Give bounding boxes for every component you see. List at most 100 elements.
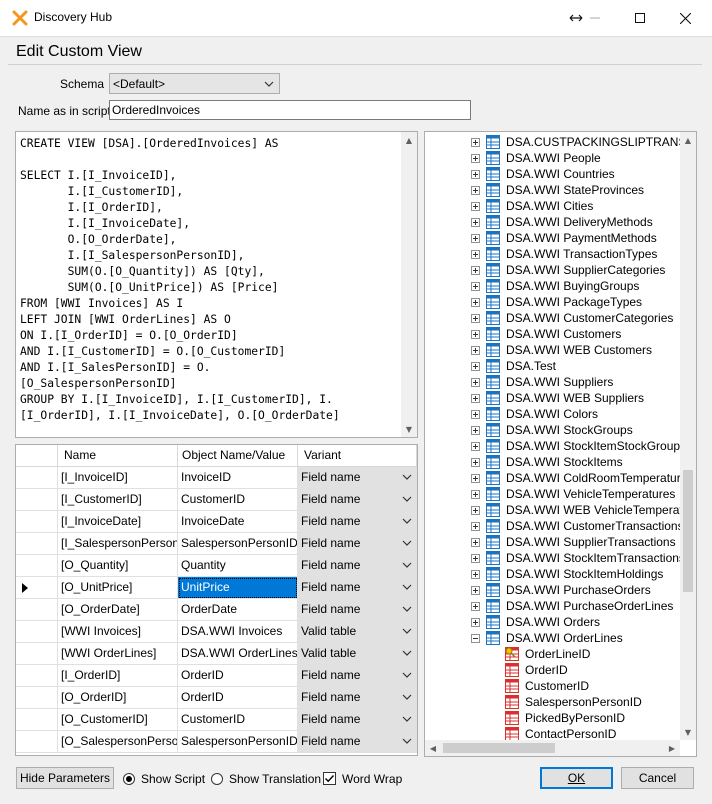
expand-icon[interactable] [471, 554, 480, 563]
name-input[interactable] [110, 101, 474, 119]
expand-icon[interactable] [471, 202, 480, 211]
expand-icon[interactable] [471, 266, 480, 275]
row-header[interactable] [16, 467, 58, 489]
schema-select[interactable]: <Default> [109, 73, 280, 94]
expand-icon[interactable] [471, 186, 480, 195]
scroll-down-icon[interactable]: ▼ [680, 724, 696, 740]
expand-icon[interactable] [471, 170, 480, 179]
collapse-icon[interactable] [471, 634, 480, 643]
parameter-name-cell[interactable]: [I_InvoiceDate] [58, 511, 178, 533]
row-header[interactable] [16, 533, 58, 555]
row-header[interactable] [16, 665, 58, 687]
hide-parameters-button[interactable]: Hide Parameters [16, 767, 114, 789]
parameter-name-cell[interactable]: [I_SalespersonPerson... [58, 533, 178, 555]
script-scrollbar[interactable]: ▲ ▼ [401, 132, 417, 437]
expand-icon[interactable] [471, 522, 480, 531]
row-header[interactable] [16, 621, 58, 643]
expand-icon[interactable] [471, 490, 480, 499]
script-text[interactable]: CREATE VIEW [DSA].[OrderedInvoices] AS SE… [20, 136, 340, 424]
table-row[interactable]: [I_OrderID] OrderID Field name [16, 665, 417, 687]
parameter-name-cell[interactable]: [I_InvoiceID] [58, 467, 178, 489]
variant-select[interactable]: Field name [298, 599, 417, 621]
parameter-name-cell[interactable]: [WWI Invoices] [58, 621, 178, 643]
row-header[interactable] [16, 489, 58, 511]
object-value-cell[interactable]: CustomerID [178, 709, 298, 731]
tree-vertical-scrollbar[interactable]: ▲ ▼ [680, 132, 696, 740]
column-header-value[interactable]: Object Name/Value [178, 445, 298, 467]
script-editor[interactable]: CREATE VIEW [DSA].[OrderedInvoices] AS SE… [15, 131, 418, 438]
expand-icon[interactable] [471, 378, 480, 387]
table-row[interactable]: [O_SalespersonPerso... SalespersonPersonI… [16, 731, 417, 753]
parameter-name-cell[interactable]: [I_CustomerID] [58, 489, 178, 511]
scroll-left-icon[interactable]: ◀ [425, 740, 441, 756]
object-value-cell[interactable]: OrderID [178, 665, 298, 687]
variant-select[interactable]: Field name [298, 731, 417, 753]
expand-icon[interactable] [471, 410, 480, 419]
table-row[interactable]: [O_OrderDate] OrderDate Field name [16, 599, 417, 621]
object-value-cell[interactable]: DSA.WWI OrderLines [178, 643, 298, 665]
expand-icon[interactable] [471, 314, 480, 323]
word-wrap-label[interactable]: Word Wrap [342, 772, 402, 786]
row-header[interactable] [16, 709, 58, 731]
ok-button[interactable]: OK [540, 767, 613, 789]
row-header[interactable] [16, 555, 58, 577]
expand-icon[interactable] [471, 282, 480, 291]
cancel-button[interactable]: Cancel [621, 767, 694, 789]
row-header[interactable] [16, 687, 58, 709]
expand-icon[interactable] [471, 474, 480, 483]
object-value-cell[interactable]: InvoiceDate [178, 511, 298, 533]
table-row[interactable]: [O_CustomerID] CustomerID Field name [16, 709, 417, 731]
expand-icon[interactable] [471, 394, 480, 403]
expand-icon[interactable] [471, 250, 480, 259]
variant-select[interactable]: Field name [298, 665, 417, 687]
scroll-down-icon[interactable]: ▼ [401, 421, 417, 437]
column-header-variant[interactable]: Variant [298, 445, 417, 467]
object-tree[interactable]: DSA.CUSTPACKINGSLIPTRANS DSA.WWI People DS… [424, 131, 697, 757]
expand-icon[interactable] [471, 458, 480, 467]
parameter-grid[interactable]: Name Object Name/Value Variant [I_Invoic… [15, 444, 418, 756]
scroll-right-icon[interactable]: ▶ [664, 740, 680, 756]
table-row[interactable]: [WWI Invoices] DSA.WWI Invoices Valid tabl… [16, 621, 417, 643]
expand-icon[interactable] [471, 506, 480, 515]
parameter-name-cell[interactable]: [O_OrderID] [58, 687, 178, 709]
expand-icon[interactable] [471, 154, 480, 163]
variant-select[interactable]: Field name [298, 533, 417, 555]
object-value-cell[interactable]: CustomerID [178, 489, 298, 511]
parameter-name-cell[interactable]: [O_Quantity] [58, 555, 178, 577]
expand-icon[interactable] [471, 570, 480, 579]
table-row[interactable]: [I_InvoiceDate] InvoiceDate Field name [16, 511, 417, 533]
object-value-cell[interactable]: UnitPrice [178, 577, 298, 599]
object-value-cell[interactable]: OrderDate [178, 599, 298, 621]
row-header[interactable] [16, 643, 58, 665]
tree-horizontal-scrollbar[interactable]: ◀ ▶ [425, 740, 680, 756]
object-value-cell[interactable]: Quantity [178, 555, 298, 577]
parameter-name-cell[interactable]: [O_SalespersonPerso... [58, 731, 178, 753]
scroll-thumb[interactable] [443, 743, 555, 753]
table-row[interactable]: [O_OrderID] OrderID Field name [16, 687, 417, 709]
variant-select[interactable]: Field name [298, 489, 417, 511]
object-value-cell[interactable]: InvoiceID [178, 467, 298, 489]
column-header-name[interactable]: Name [58, 445, 178, 467]
variant-select[interactable]: Valid table [298, 643, 417, 665]
name-field[interactable] [109, 100, 474, 120]
expand-icon[interactable] [471, 538, 480, 547]
variant-select[interactable]: Field name [298, 687, 417, 709]
close-button[interactable] [662, 0, 708, 36]
show-script-radio[interactable] [123, 773, 135, 785]
variant-select[interactable]: Field name [298, 555, 417, 577]
parameter-name-cell[interactable]: [WWI OrderLines] [58, 643, 178, 665]
table-row[interactable]: [I_CustomerID] CustomerID Field name [16, 489, 417, 511]
parameter-name-cell[interactable]: [O_UnitPrice] [58, 577, 178, 599]
expand-icon[interactable] [471, 234, 480, 243]
scroll-up-icon[interactable]: ▲ [680, 132, 696, 148]
table-row[interactable]: [I_SalespersonPerson... SalespersonPerson… [16, 533, 417, 555]
object-value-cell[interactable]: SalespersonPersonID [178, 533, 298, 555]
variant-select[interactable]: Field name [298, 467, 417, 489]
row-header[interactable] [16, 731, 58, 753]
object-value-cell[interactable]: OrderID [178, 687, 298, 709]
object-value-cell[interactable]: DSA.WWI Invoices [178, 621, 298, 643]
expand-icon[interactable] [471, 138, 480, 147]
scroll-up-icon[interactable]: ▲ [401, 132, 417, 148]
row-header[interactable] [16, 577, 58, 599]
variant-select[interactable]: Field name [298, 709, 417, 731]
